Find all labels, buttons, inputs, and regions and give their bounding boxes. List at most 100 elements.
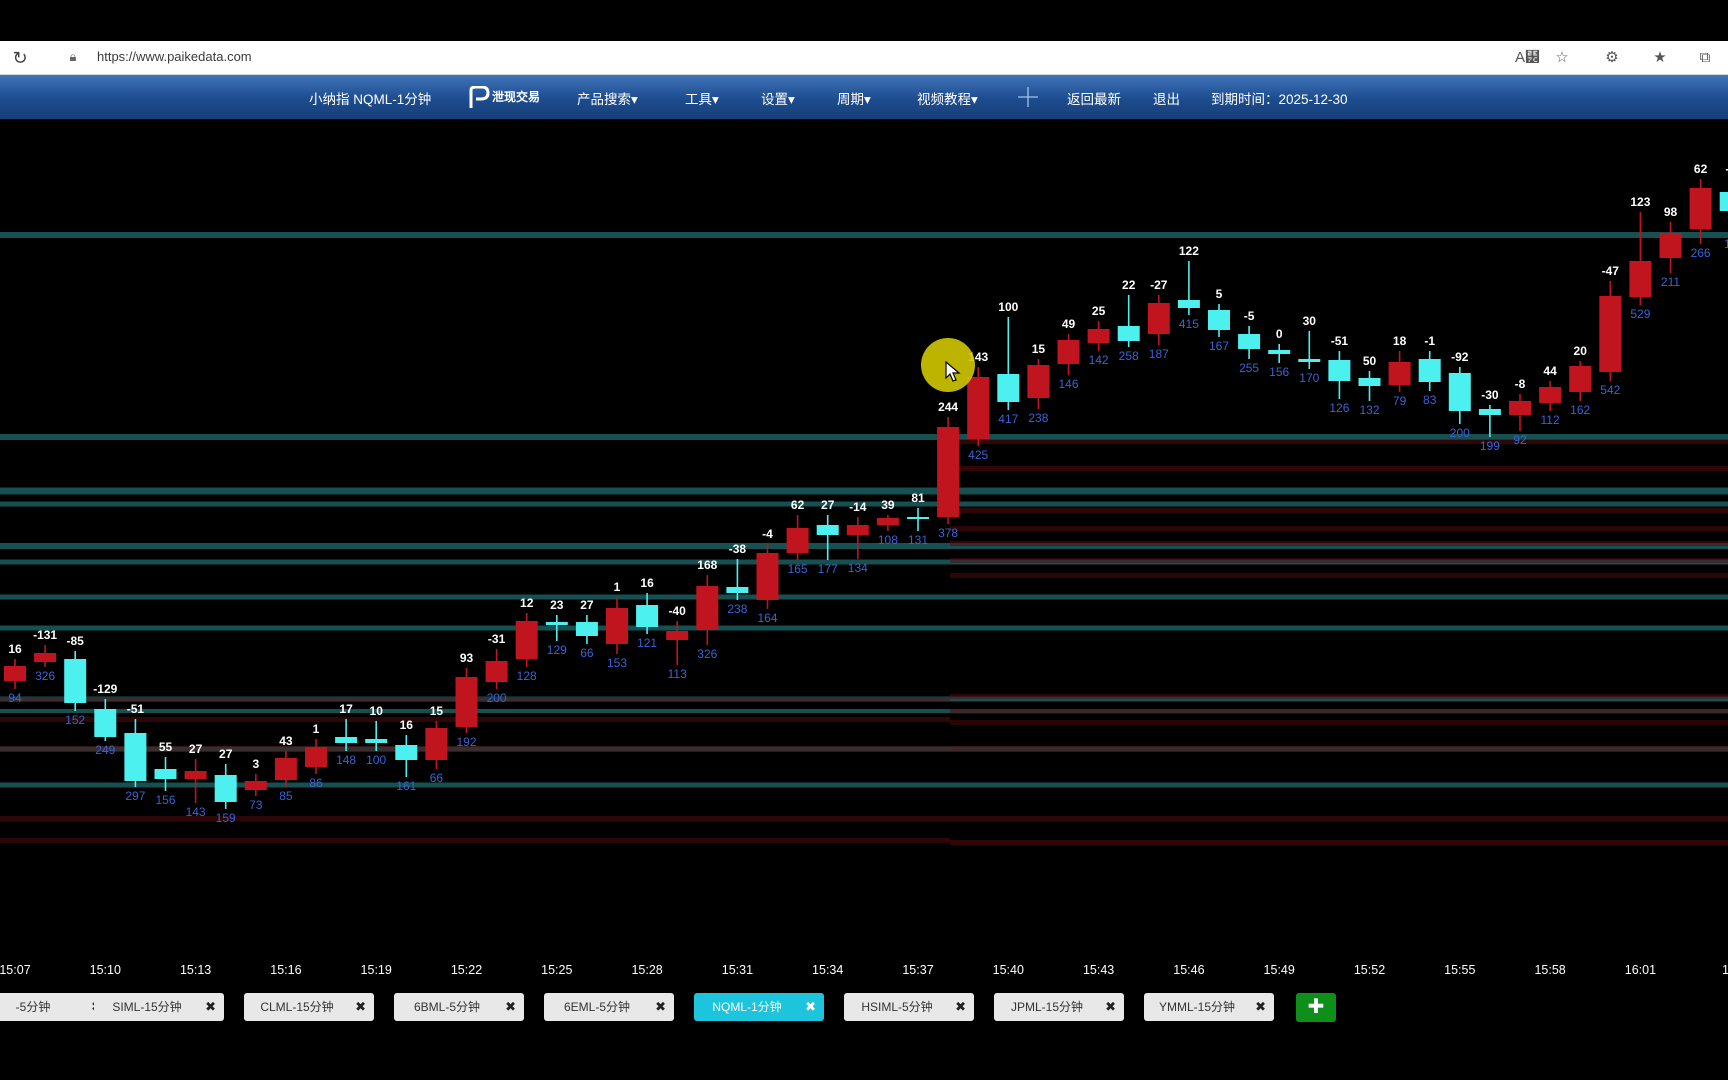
candle-body bbox=[1358, 378, 1381, 386]
tab-6BML-5分钟[interactable]: 6BML-5分钟 ✖ bbox=[394, 993, 524, 1021]
close-icon[interactable]: ✖ bbox=[505, 993, 516, 1021]
top-nav: 小纳指 NQML-1分钟 泄现交易 产品搜索▾ 工具▾ 设置▾ 周期▾ 视频教程… bbox=[0, 75, 1728, 119]
tab-YMML-15分钟[interactable]: YMML-15分钟 ✖ bbox=[1144, 993, 1274, 1021]
brand-logo: 泄现交易 bbox=[469, 86, 540, 108]
candle: -27 187 bbox=[1147, 278, 1170, 361]
candle: -14 134 bbox=[846, 500, 869, 575]
level-line bbox=[950, 526, 1728, 531]
tab-CLML-15分钟[interactable]: CLML-15分钟 ✖ bbox=[244, 993, 374, 1021]
collections-icon[interactable]: ⧉ bbox=[1694, 47, 1716, 69]
candle-bottom-label: 142 bbox=[1089, 353, 1109, 367]
candle-bottom-label: 156 bbox=[155, 793, 175, 807]
tab-label: -5分钟 bbox=[15, 1000, 51, 1014]
back-to-latest-button[interactable]: 返回最新 bbox=[1067, 75, 1121, 119]
candle: 5 167 bbox=[1208, 287, 1230, 353]
candle-body bbox=[1238, 334, 1261, 349]
favorites-icon[interactable]: ★ bbox=[1649, 47, 1671, 69]
candle-body bbox=[937, 427, 960, 517]
tab-NQML-1分钟[interactable]: NQML-1分钟 ✖ bbox=[694, 993, 824, 1021]
candle-top-label: 23 bbox=[550, 598, 564, 612]
candle-top-label: -51 bbox=[127, 702, 145, 716]
candle-bottom-label: 266 bbox=[1691, 246, 1711, 260]
candle-top-label: 15 bbox=[430, 704, 444, 718]
candle-bottom-label: 255 bbox=[1239, 361, 1259, 375]
price-level-lines bbox=[0, 232, 1728, 845]
candle-bottom-label: 238 bbox=[727, 602, 747, 616]
candle-top-label: 100 bbox=[998, 300, 1018, 314]
close-icon[interactable]: ✖ bbox=[655, 993, 666, 1021]
x-tick-label: 15:40 bbox=[993, 963, 1024, 977]
x-tick-label: 15:25 bbox=[541, 963, 572, 977]
candle-top-label: 168 bbox=[697, 558, 717, 572]
level-line bbox=[0, 625, 1728, 631]
candle-bottom-label: 152 bbox=[65, 713, 85, 727]
crosshair-icon[interactable] bbox=[1018, 87, 1038, 107]
candlestick-chart[interactable]: 1694-131326-85152-129249-512975515627143… bbox=[0, 119, 1728, 993]
candle-top-label: 5 bbox=[1216, 287, 1223, 301]
candle-bottom-label: 86 bbox=[309, 776, 323, 790]
candle-body bbox=[305, 747, 327, 767]
candle-top-label: 98 bbox=[1664, 205, 1678, 219]
close-icon[interactable]: ✖ bbox=[355, 993, 366, 1021]
candle-bottom-label: 143 bbox=[186, 805, 206, 819]
tab-6EML-5分钟[interactable]: 6EML-5分钟 ✖ bbox=[544, 993, 674, 1021]
tab-JPML-15分钟[interactable]: JPML-15分钟 ✖ bbox=[994, 993, 1124, 1021]
candle-bottom-label: 73 bbox=[249, 798, 263, 812]
tab-HSIML-5分钟[interactable]: HSIML-5分钟 ✖ bbox=[844, 993, 974, 1021]
url-field[interactable]: https://www.paikedata.com bbox=[97, 49, 252, 64]
candle-top-label: 62 bbox=[791, 498, 805, 512]
close-icon[interactable]: ✖ bbox=[805, 993, 816, 1021]
candle-bottom-label: 211 bbox=[1661, 275, 1680, 289]
level-line bbox=[950, 694, 1728, 699]
candle: 30 170 bbox=[1298, 314, 1321, 385]
close-icon[interactable]: ✖ bbox=[205, 993, 216, 1021]
candle: 22 258 bbox=[1117, 278, 1140, 363]
candle-bottom-label: 542 bbox=[1600, 383, 1620, 397]
x-tick-label: 15:28 bbox=[631, 963, 662, 977]
read-aloud-icon[interactable]: A⹼ bbox=[1515, 47, 1540, 69]
candle: 3 73 bbox=[244, 757, 267, 812]
tab-label: JPML-15分钟 bbox=[1010, 1000, 1084, 1014]
candle-top-label: 62 bbox=[1694, 162, 1708, 176]
candle-top-label: 123 bbox=[1630, 195, 1650, 209]
candle-body bbox=[1689, 188, 1712, 229]
x-tick-label: 15:16 bbox=[270, 963, 301, 977]
extensions-icon[interactable]: ⚙ bbox=[1601, 47, 1623, 69]
candle-top-label: -92 bbox=[1451, 350, 1469, 364]
nav-tools[interactable]: 工具▾ bbox=[685, 75, 719, 119]
close-icon[interactable]: ✖ bbox=[955, 993, 966, 1021]
x-tick-label: 15:55 bbox=[1444, 963, 1475, 977]
close-icon[interactable]: ✖ bbox=[1105, 993, 1116, 1021]
candle-body bbox=[1177, 300, 1200, 308]
nav-video-tutorial[interactable]: 视频教程▾ bbox=[917, 75, 978, 119]
nav-product-search[interactable]: 产品搜索▾ bbox=[577, 75, 638, 119]
candle: -30 199 bbox=[1478, 388, 1501, 453]
favorite-add-icon[interactable]: ☆ bbox=[1551, 47, 1573, 69]
level-line bbox=[950, 439, 1728, 444]
close-icon[interactable]: ✖ bbox=[1255, 993, 1266, 1021]
candle-body bbox=[786, 528, 809, 553]
x-tick-label: 15:31 bbox=[722, 963, 753, 977]
candle-bottom-label: 94 bbox=[8, 691, 22, 705]
logout-button[interactable]: 退出 bbox=[1153, 75, 1180, 119]
reload-icon[interactable]: ↻ bbox=[9, 47, 31, 69]
candle-bottom-label: 159 bbox=[216, 811, 236, 825]
candle-body bbox=[1448, 373, 1471, 411]
candle-top-label: 44 bbox=[1543, 364, 1557, 378]
tab-SIML-15分钟[interactable]: SIML-15分钟 ✖ bbox=[94, 993, 224, 1021]
level-line bbox=[950, 720, 1728, 725]
candle-bottom-label: 18 bbox=[1724, 237, 1728, 251]
nav-settings[interactable]: 设置▾ bbox=[761, 75, 795, 119]
add-tab-button[interactable]: ✚ bbox=[1296, 993, 1336, 1022]
candle: 1879 bbox=[1388, 334, 1411, 408]
candle: 12 128 bbox=[515, 596, 538, 683]
candle-top-label: 25 bbox=[1092, 304, 1106, 318]
candle-bottom-label: 129 bbox=[547, 643, 567, 657]
level-line bbox=[950, 541, 1728, 546]
candle-body bbox=[515, 621, 538, 659]
lock-icon[interactable]: 🔒︎ bbox=[66, 49, 80, 65]
candle-top-label: -85 bbox=[67, 634, 85, 648]
nav-period[interactable]: 周期▾ bbox=[837, 75, 871, 119]
candle: 93 192 bbox=[455, 651, 478, 749]
candle-bottom-label: 199 bbox=[1480, 439, 1500, 453]
